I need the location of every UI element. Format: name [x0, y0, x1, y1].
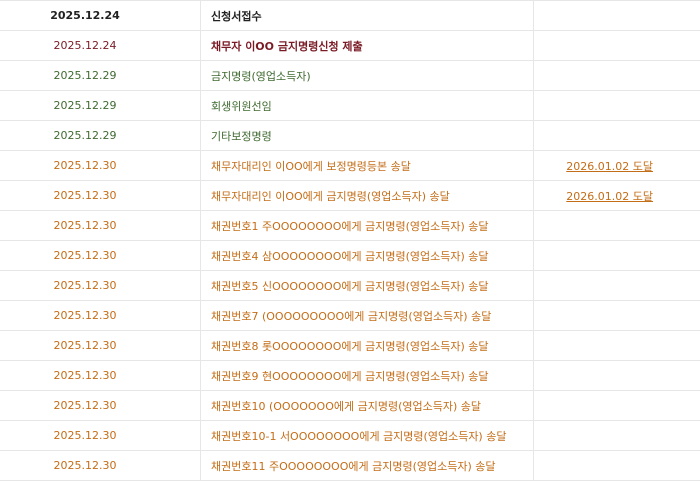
row-result: [534, 121, 700, 150]
row-date: 2025.12.30: [53, 279, 117, 292]
row-event: 회생위원선임: [200, 91, 534, 120]
row-date: 2025.12.24: [50, 9, 120, 22]
row-result: 2026.01.02 도달: [534, 151, 700, 180]
table-row: 2025.12.30 채권번호7 (OOOOOOOOO에게 금지명령(영업소득자)…: [0, 301, 700, 331]
row-date: 2025.12.30: [53, 249, 117, 262]
row-result: [534, 241, 700, 270]
row-event: 채권번호9 현OOOOOOOO에게 금지명령(영업소득자) 송달: [200, 361, 534, 390]
table-row: 2025.12.30 채권번호8 롯OOOOOOOO에게 금지명령(영업소득자) …: [0, 331, 700, 361]
row-date: 2025.12.30: [53, 459, 117, 472]
row-result: [534, 391, 700, 420]
row-result: [534, 91, 700, 120]
row-event: 채권번호1 주OOOOOOOO에게 금지명령(영업소득자) 송달: [200, 211, 534, 240]
row-event: 채권번호10 (OOOOOOO에게 금지명령(영업소득자) 송달: [200, 391, 534, 420]
table-row: 2025.12.30 채권번호1 주OOOOOOOO에게 금지명령(영업소득자) …: [0, 211, 700, 241]
row-result: 2026.01.02 도달: [534, 181, 700, 210]
row-date: 2025.12.29: [53, 69, 117, 82]
table-row: 2025.12.30 채권번호10-1 서OOOOOOOO에게 금지명령(영업소득…: [0, 421, 700, 451]
row-date: 2025.12.30: [53, 189, 117, 202]
row-date: 2025.12.24: [53, 39, 117, 52]
table-row: 2025.12.30 채무자대리인 이OO에게 금지명령(영업소득자) 송달 202…: [0, 181, 700, 211]
row-event: 금지명령(영업소득자): [200, 61, 534, 90]
row-date: 2025.12.30: [53, 399, 117, 412]
case-progress-table: 2025.12.24 신청서접수 2025.12.24 채무자 이OO 금지명령신청 …: [0, 0, 700, 481]
row-date: 2025.12.30: [53, 339, 117, 352]
table-row: 2025.12.30 채권번호9 현OOOOOOOO에게 금지명령(영업소득자) …: [0, 361, 700, 391]
row-result: [534, 271, 700, 300]
row-result: [534, 361, 700, 390]
row-result: [534, 61, 700, 90]
table-row: 2025.12.29 회생위원선임: [0, 91, 700, 121]
row-date: 2025.12.29: [53, 129, 117, 142]
row-result: [534, 1, 700, 30]
row-date: 2025.12.29: [53, 99, 117, 112]
table-row: 2025.12.30 채권번호5 신OOOOOOOO에게 금지명령(영업소득자) …: [0, 271, 700, 301]
table-row: 2025.12.30 채권번호4 삼OOOOOOOO에게 금지명령(영업소득자) …: [0, 241, 700, 271]
table-row: 2025.12.30 채무자대리인 이OO에게 보정명령등본 송달 2026.01.…: [0, 151, 700, 181]
row-result: [534, 211, 700, 240]
row-date: 2025.12.30: [53, 309, 117, 322]
table-row: 2025.12.24 채무자 이OO 금지명령신청 제출: [0, 31, 700, 61]
delivery-result-link[interactable]: 2026.01.02 도달: [566, 188, 653, 204]
row-date: 2025.12.30: [53, 369, 117, 382]
row-event: 기타보정명령: [200, 121, 534, 150]
table-row: 2025.12.29 금지명령(영업소득자): [0, 61, 700, 91]
row-result: [534, 421, 700, 450]
row-event: 채권번호11 주OOOOOOOO에게 금지명령(영업소득자) 송달: [200, 451, 534, 480]
delivery-result-link[interactable]: 2026.01.02 도달: [566, 158, 653, 174]
row-event: 채권번호7 (OOOOOOOOO에게 금지명령(영업소득자) 송달: [200, 301, 534, 330]
row-event: 채무자 이OO 금지명령신청 제출: [200, 31, 534, 60]
row-result: [534, 451, 700, 480]
table-row: 2025.12.29 기타보정명령: [0, 121, 700, 151]
row-date: 2025.12.30: [53, 219, 117, 232]
row-date: 2025.12.30: [53, 429, 117, 442]
row-event: 채권번호8 롯OOOOOOOO에게 금지명령(영업소득자) 송달: [200, 331, 534, 360]
table-row: 2025.12.24 신청서접수: [0, 1, 700, 31]
table-row: 2025.12.30 채권번호10 (OOOOOOO에게 금지명령(영업소득자) …: [0, 391, 700, 421]
row-event: 신청서접수: [200, 1, 534, 30]
row-event: 채권번호5 신OOOOOOOO에게 금지명령(영업소득자) 송달: [200, 271, 534, 300]
row-result: [534, 31, 700, 60]
row-result: [534, 301, 700, 330]
row-event: 채무자대리인 이OO에게 보정명령등본 송달: [200, 151, 534, 180]
row-result: [534, 331, 700, 360]
row-date: 2025.12.30: [53, 159, 117, 172]
row-event: 채권번호10-1 서OOOOOOOO에게 금지명령(영업소득자) 송달: [200, 421, 534, 450]
row-event: 채무자대리인 이OO에게 금지명령(영업소득자) 송달: [200, 181, 534, 210]
row-event: 채권번호4 삼OOOOOOOO에게 금지명령(영업소득자) 송달: [200, 241, 534, 270]
